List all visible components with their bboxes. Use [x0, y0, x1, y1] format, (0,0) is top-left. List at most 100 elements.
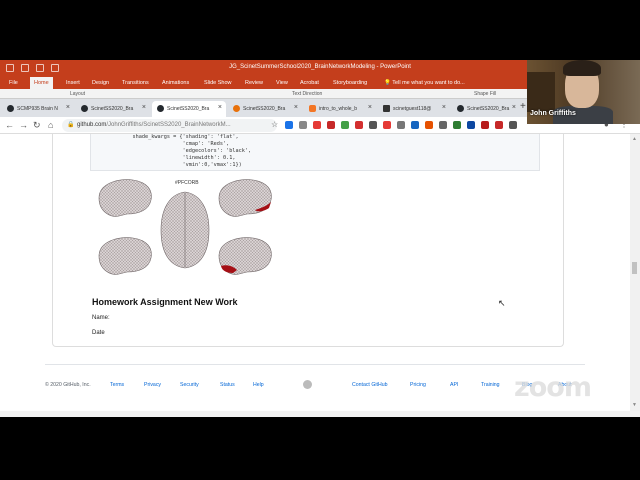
terminal-icon [383, 105, 390, 112]
tab-label: scinetguest118@ [393, 106, 432, 112]
extension-icon[interactable] [285, 121, 293, 129]
footer-link-help[interactable]: Help [253, 382, 264, 388]
browser-tab[interactable]: ScinetSS2020_Bra × [76, 101, 150, 117]
participant-name: John Griffiths [530, 110, 576, 117]
url-input[interactable]: 🔒 github.com/JohnGriffiths/ScinetSS2020_… [62, 119, 277, 132]
footer-link-pricing[interactable]: Pricing [410, 382, 426, 388]
extension-icon[interactable] [369, 121, 377, 129]
video-shelf [527, 72, 555, 112]
mouse-cursor-icon: ↖ [498, 298, 506, 308]
homework-heading: Homework Assignment New Work [92, 297, 238, 307]
close-icon[interactable]: × [442, 104, 446, 111]
footer-link-contact[interactable]: Contact GitHub [352, 382, 387, 388]
menu-review[interactable]: Review [241, 79, 267, 87]
url-path: /JohnGriffiths/ScinetSS2020_BrainNetwork… [106, 122, 231, 128]
footer-link-training[interactable]: Training [481, 382, 500, 388]
bookmark-star-icon[interactable]: ☆ [271, 120, 278, 129]
extension-icon[interactable] [481, 121, 489, 129]
menu-insert[interactable]: Insert [62, 79, 84, 87]
extension-icon[interactable] [439, 121, 447, 129]
github-icon [81, 105, 88, 112]
close-icon[interactable]: × [218, 104, 222, 111]
extension-icon[interactable] [509, 121, 517, 129]
footer-link-security[interactable]: Security [180, 382, 199, 388]
browser-tab[interactable]: intro_to_whole_b × [304, 101, 376, 117]
brain-medial-right [218, 237, 272, 275]
menu-animations[interactable]: Animations [158, 79, 193, 87]
zoom-watermark-logo: zoom [514, 372, 592, 403]
extension-icon[interactable] [327, 121, 335, 129]
ribbon-layout[interactable]: Layout [70, 91, 85, 97]
close-icon[interactable]: × [512, 104, 516, 111]
code-line: 'cmap': 'Reds', [95, 141, 230, 147]
extension-icon[interactable] [467, 121, 475, 129]
close-icon[interactable]: × [294, 104, 298, 111]
tab-label: ScinetSS2020_Bra [91, 106, 134, 112]
url-host: github.com [77, 122, 107, 128]
browser-tab[interactable]: ScinetSS2020_Bra × [452, 101, 520, 117]
close-icon[interactable]: × [66, 104, 70, 111]
new-tab-button[interactable]: + [520, 101, 526, 112]
extension-icon[interactable] [495, 121, 503, 129]
reload-icon[interactable]: ↻ [33, 120, 41, 131]
menu-storyboarding[interactable]: Storyboarding [329, 79, 371, 87]
extension-icon[interactable] [397, 121, 405, 129]
github-icon [457, 105, 464, 112]
browser-tab-active[interactable]: ScinetSS2020_Bra × [152, 101, 226, 117]
browser-tab[interactable]: SCMP935 Brain N × [2, 101, 74, 117]
browser-tab[interactable]: ScinetSS2020_Bra × [228, 101, 302, 117]
scroll-up-icon[interactable]: ▲ [632, 136, 637, 142]
code-line: 'linewidth': 0.1, [95, 155, 236, 161]
close-icon[interactable]: × [142, 104, 146, 111]
vertical-scrollbar[interactable]: ▲ ▼ [630, 134, 640, 411]
github-icon [157, 105, 164, 112]
powerpoint-status-bar [0, 411, 640, 417]
back-icon[interactable]: ← [5, 120, 14, 130]
close-icon[interactable]: × [368, 104, 372, 111]
menu-transitions[interactable]: Transitions [118, 79, 153, 87]
footer-link-api[interactable]: API [450, 382, 458, 388]
home-icon[interactable]: ⌂ [48, 120, 53, 130]
jupyter-icon [233, 105, 240, 112]
tell-me-text: Tell me what you want to do... [392, 80, 465, 86]
extension-icon[interactable] [453, 121, 461, 129]
brain-medial-left [98, 237, 152, 275]
extension-icon[interactable] [355, 121, 363, 129]
extension-icon[interactable] [425, 121, 433, 129]
menu-file[interactable]: File [5, 79, 22, 87]
date-label: Date [92, 330, 105, 336]
participant-video: John Griffiths [527, 60, 640, 124]
tab-label: ScinetSS2020_Bra [243, 106, 286, 112]
ribbon-shape-fill[interactable]: Shape Fill [474, 91, 496, 97]
code-line: 'edgecolors': 'black', [95, 148, 252, 154]
scrollbar-thumb[interactable] [632, 262, 637, 274]
footer-divider [45, 364, 585, 365]
menu-design[interactable]: Design [88, 79, 113, 87]
forward-icon[interactable]: → [19, 120, 28, 130]
footer-link-terms[interactable]: Terms [110, 382, 124, 388]
tell-me-search[interactable]: 💡 Tell me what you want to do... [380, 79, 469, 87]
jupyter-icon [309, 105, 316, 112]
github-logo-icon[interactable] [303, 380, 312, 389]
code-line: shade_kwargs = {'shading': 'flat', [95, 134, 239, 140]
menu-home[interactable]: Home [30, 77, 53, 89]
footer-link-privacy[interactable]: Privacy [144, 382, 161, 388]
ribbon-text-direction[interactable]: Text Direction [292, 91, 322, 97]
github-notebook-page: shade_kwargs = {'shading': 'flat', 'cmap… [0, 134, 630, 411]
tab-label: ScinetSS2020_Bra [467, 106, 510, 112]
footer-link-status[interactable]: Status [220, 382, 235, 388]
tab-label: SCMP935 Brain N [17, 106, 58, 112]
extension-icon[interactable] [313, 121, 321, 129]
extension-icon[interactable] [383, 121, 391, 129]
footer-copyright: © 2020 GitHub, Inc. [45, 382, 91, 388]
browser-tab[interactable]: scinetguest118@ × [378, 101, 450, 117]
menu-slide-show[interactable]: Slide Show [200, 79, 236, 87]
menu-view[interactable]: View [272, 79, 292, 87]
lock-icon: 🔒 [67, 122, 75, 128]
extension-icon[interactable] [411, 121, 419, 129]
tab-label: ScinetSS2020_Bra [167, 106, 210, 112]
menu-acrobat[interactable]: Acrobat [296, 79, 323, 87]
scroll-down-icon[interactable]: ▼ [632, 402, 637, 408]
extension-icon[interactable] [299, 121, 307, 129]
extension-icon[interactable] [341, 121, 349, 129]
